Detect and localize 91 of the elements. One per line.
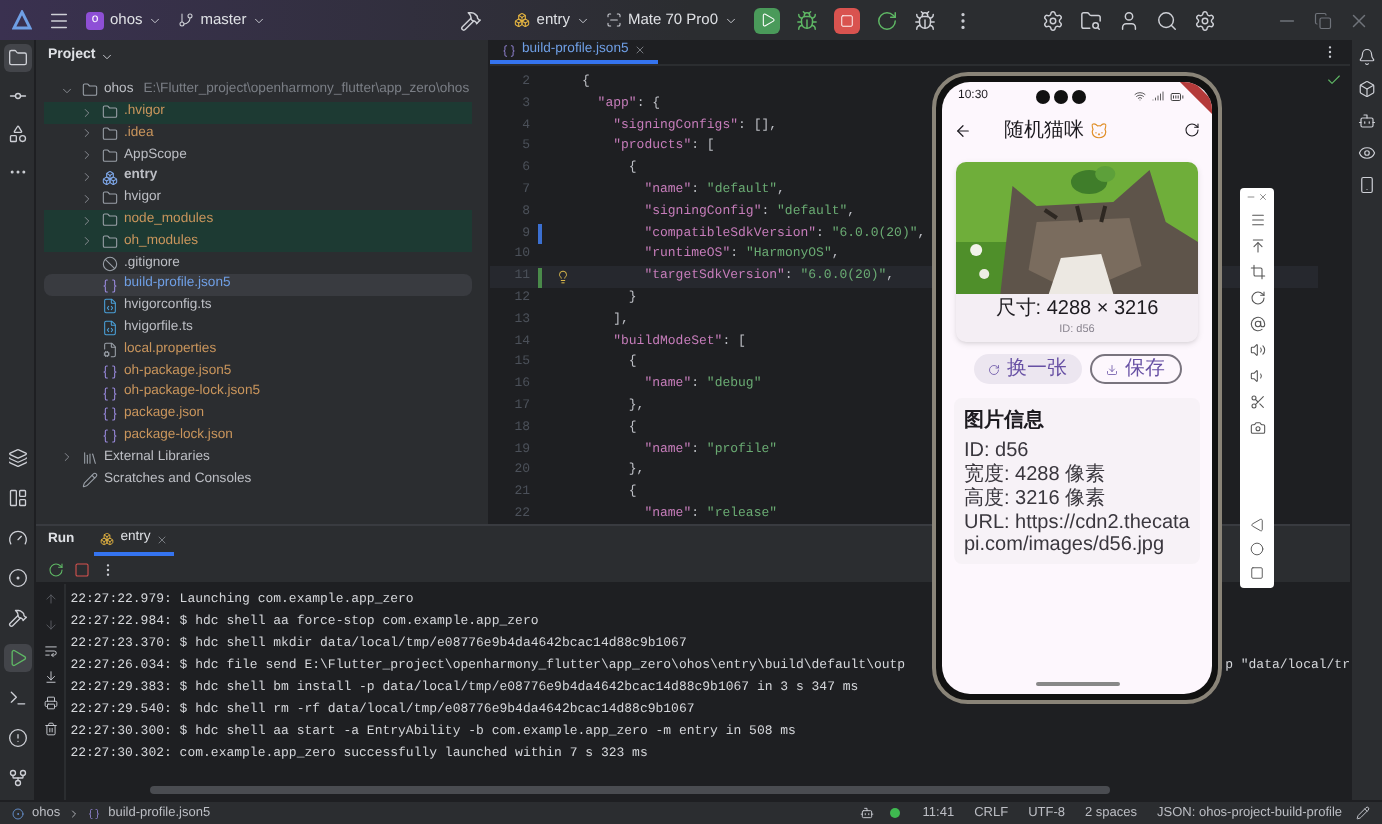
info-line: ID: d56 xyxy=(964,440,1031,463)
close-icon[interactable] xyxy=(156,533,169,545)
chevron-down-icon xyxy=(252,13,267,27)
eye-icon[interactable] xyxy=(1358,144,1376,162)
hammer-icon[interactable] xyxy=(460,9,483,31)
folder-icon xyxy=(102,233,118,250)
menu-icon[interactable] xyxy=(48,9,70,31)
close-icon[interactable] xyxy=(634,44,647,56)
lightbulb-icon[interactable] xyxy=(555,270,569,285)
settings-icon[interactable] xyxy=(1194,9,1216,31)
logo-icon xyxy=(12,10,32,30)
braces-icon xyxy=(102,277,118,294)
chevron-down-icon xyxy=(724,13,738,27)
info-line: URL: https://cdn2.thecatapi.com/images/d56.jpg xyxy=(964,512,1190,557)
button-label: 保存 xyxy=(1125,356,1165,385)
app-title: 随机猫咪 xyxy=(1004,117,1084,145)
assistant-icon xyxy=(860,806,875,820)
info-line: 高度: 3216 像素 xyxy=(964,488,1108,511)
refresh-icon xyxy=(987,363,999,376)
folder-icon xyxy=(102,190,118,207)
screenshot-icon[interactable] xyxy=(1249,420,1265,436)
run-button[interactable] xyxy=(754,7,780,33)
info-title: 图片信息 xyxy=(964,407,1046,437)
trash-icon[interactable] xyxy=(43,722,58,736)
braces-icon xyxy=(102,363,118,380)
home-indicator xyxy=(1035,682,1119,686)
pin-top-icon[interactable] xyxy=(1249,238,1265,254)
folder-icon xyxy=(82,82,98,99)
search-icon[interactable] xyxy=(1156,9,1178,31)
info-line: 宽度: 4288 像素 xyxy=(964,464,1108,487)
pencil-icon xyxy=(1356,806,1370,820)
print-icon[interactable] xyxy=(43,696,58,710)
user-icon[interactable] xyxy=(1118,9,1140,31)
ts-file-icon xyxy=(102,298,118,315)
menu-icon[interactable] xyxy=(1249,212,1265,228)
gear-file-icon xyxy=(102,341,118,358)
bug-icon[interactable] xyxy=(914,9,936,31)
download-icon xyxy=(1105,363,1117,376)
scissors-icon[interactable] xyxy=(1249,394,1265,410)
button-label: 换一张 xyxy=(1007,355,1067,385)
bell-icon[interactable] xyxy=(1358,48,1376,66)
scrollbar[interactable] xyxy=(150,786,1111,794)
folder-icon xyxy=(102,125,118,142)
folder-icon xyxy=(102,212,118,229)
cat-icon xyxy=(1090,121,1108,139)
reload-icon[interactable] xyxy=(876,9,898,31)
braces-icon xyxy=(102,428,118,445)
box-icon[interactable] xyxy=(1358,80,1376,98)
library-icon xyxy=(82,449,98,466)
device-icon xyxy=(605,12,622,28)
back-icon[interactable] xyxy=(954,121,972,139)
chevron-down-icon xyxy=(148,13,163,27)
save-button[interactable]: 保存 xyxy=(1089,354,1181,385)
stop-icon xyxy=(840,13,854,27)
chevron-right-icon xyxy=(68,807,81,819)
next-image-button[interactable]: 换一张 xyxy=(973,354,1081,385)
restore-icon[interactable] xyxy=(1314,11,1332,29)
wifi-icon xyxy=(1134,90,1146,102)
refresh-icon[interactable] xyxy=(1184,122,1200,138)
robot-icon[interactable] xyxy=(1358,112,1376,130)
braces-icon xyxy=(102,406,118,423)
folder-icon xyxy=(102,104,118,121)
check-icon xyxy=(1326,72,1342,88)
scroll-end-icon[interactable] xyxy=(43,670,58,684)
home-icon[interactable] xyxy=(1250,542,1264,556)
braces-icon xyxy=(502,43,516,57)
folder-icon xyxy=(102,147,118,164)
branch-icon xyxy=(178,12,195,28)
chevron-down-icon xyxy=(99,49,114,63)
image-size: 尺寸: 4288 × 3216 xyxy=(995,298,1159,322)
chevron-down-icon xyxy=(575,13,590,27)
volume-down-icon[interactable] xyxy=(1249,368,1265,384)
volume-up-icon[interactable] xyxy=(1249,342,1265,358)
ts-file-icon xyxy=(102,320,118,337)
signal-icon xyxy=(1152,90,1164,102)
scratch-icon xyxy=(82,471,98,488)
rotate-icon[interactable] xyxy=(1249,290,1265,306)
close-icon[interactable] xyxy=(1348,9,1370,31)
wrap-icon[interactable] xyxy=(43,644,58,658)
play-icon xyxy=(759,12,775,28)
recents-icon[interactable] xyxy=(1250,566,1264,580)
phone-icon[interactable] xyxy=(1358,176,1376,194)
folder-search-icon[interactable] xyxy=(1080,9,1102,31)
crop-icon[interactable] xyxy=(1249,264,1265,280)
braces-icon xyxy=(102,385,118,402)
battery-icon xyxy=(1170,89,1184,103)
rerun-icon[interactable] xyxy=(48,561,64,577)
braces-icon xyxy=(88,807,101,819)
at-sign-icon[interactable] xyxy=(1249,316,1265,332)
ignore-icon xyxy=(102,255,118,272)
stop-button[interactable] xyxy=(834,7,860,33)
